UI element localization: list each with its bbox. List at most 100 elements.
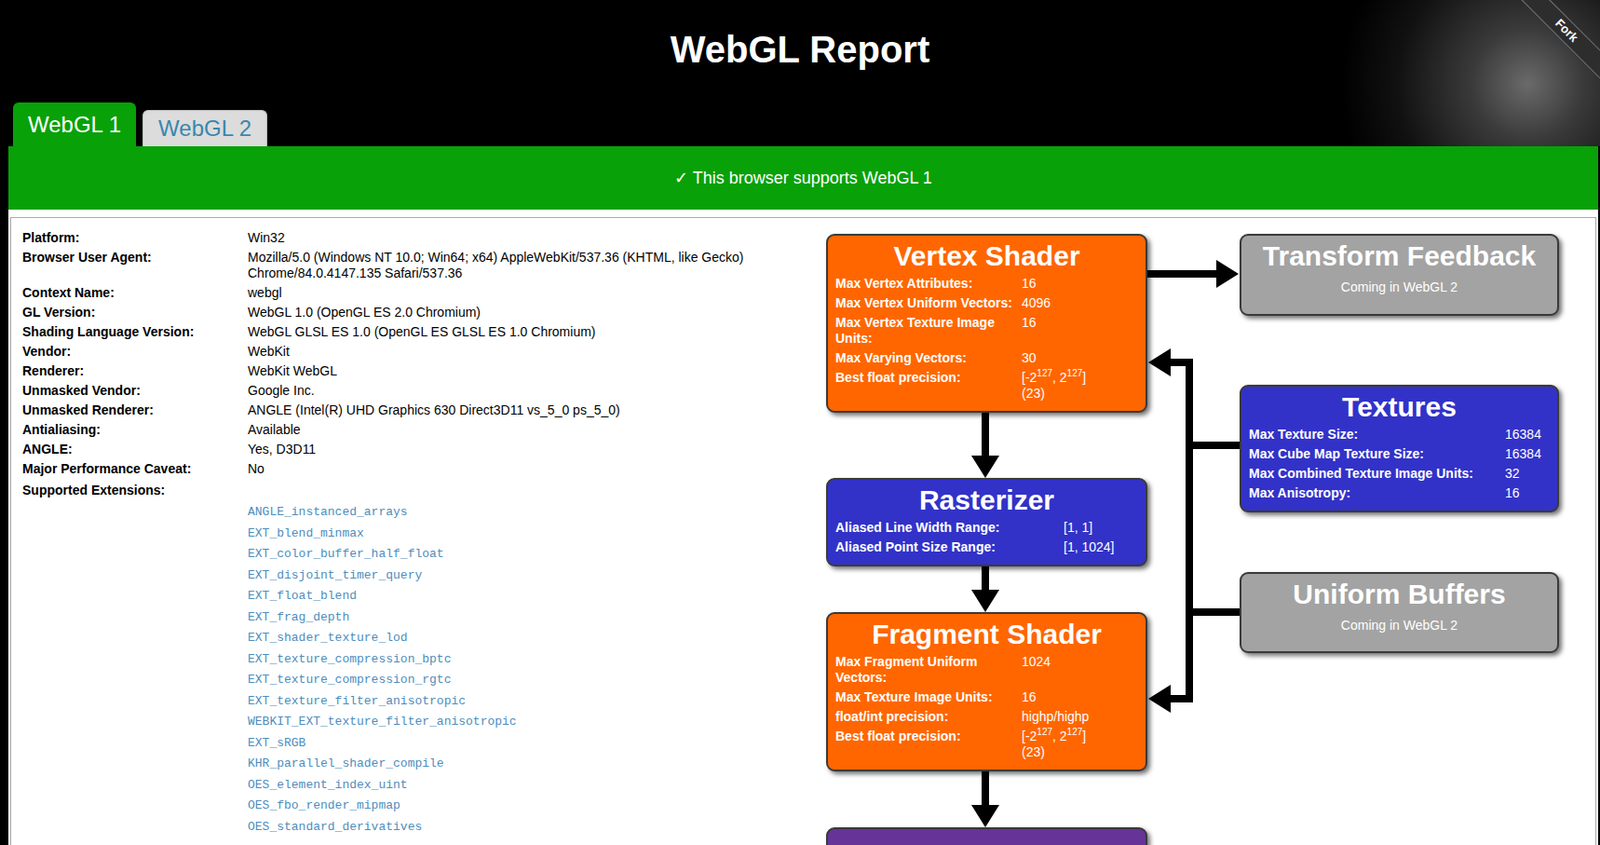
page-header: WebGL Report WebGL 1 WebGL 2	[0, 0, 1600, 147]
stage-property: Aliased Line Width Range:[1, 1]	[835, 517, 1139, 538]
property-value: 16384	[1505, 446, 1550, 462]
extension-link[interactable]: EXT_disjoint_timer_query	[247, 565, 803, 587]
tab[interactable]: WebGL 1	[13, 102, 136, 147]
stage-property: Aliased Point Size Range:[1, 1024]	[835, 537, 1139, 557]
info-label: Unmasked Vendor:	[22, 380, 248, 401]
property-value: 1024	[1021, 653, 1139, 686]
extension-link[interactable]: EXT_frag_depth	[247, 607, 803, 629]
stage-properties: Max Texture Size:16384Max Cube Map Textu…	[1248, 422, 1550, 503]
property-value: 32	[1505, 465, 1550, 482]
info-label: Renderer:	[22, 361, 248, 381]
property-value: 16	[1021, 314, 1139, 347]
page-title: WebGL Report	[0, 0, 1600, 73]
property-value: 16	[1021, 689, 1139, 706]
extension-link[interactable]: EXT_float_blend	[247, 585, 803, 608]
info-value: WebGL GLSL ES 1.0 (OpenGL ES GLSL ES 1.0…	[247, 322, 798, 342]
property-label: Max Vertex Texture Image Units:	[835, 314, 1022, 347]
exponent: 127	[1067, 367, 1084, 379]
info-value: Mozilla/5.0 (Windows NT 10.0; Win64; x64…	[247, 247, 798, 284]
exponent: 127	[1067, 726, 1084, 737]
stage-properties: Max Fragment Uniform Vectors:1024Max Tex…	[835, 650, 1139, 762]
range-text: , 2	[1052, 369, 1068, 385]
extension-link[interactable]: WEBKIT_EXT_texture_filter_anisotropic	[247, 711, 803, 733]
info-value: WebKit	[247, 341, 798, 362]
property-label: Aliased Point Size Range:	[835, 539, 1064, 556]
extension-link[interactable]: EXT_blend_minmax	[247, 523, 803, 545]
property-label: Max Texture Image Units:	[835, 689, 1022, 706]
pipeline-diagram: Vertex ShaderMax Vertex Attributes:16Max…	[802, 217, 1596, 845]
info-label: Shading Language Version:	[22, 322, 248, 342]
info-label: Unmasked Renderer:	[22, 400, 248, 421]
pipeline-stage: Fragment ShaderMax Fragment Uniform Vect…	[826, 611, 1148, 772]
property-label: Max Anisotropy:	[1248, 485, 1506, 502]
extension-link[interactable]: EXT_shader_texture_lod	[247, 627, 803, 650]
stage-property: Max Combined Texture Image Units:32	[1248, 463, 1550, 484]
range-text: ]	[1082, 369, 1086, 385]
stage-properties: Max Vertex Attributes:16Max Vertex Unifo…	[835, 271, 1139, 404]
range-text: , 2	[1052, 728, 1068, 744]
pipeline-stage: RasterizerAliased Line Width Range:[1, 1…	[826, 477, 1148, 567]
extension-link[interactable]: EXT_color_buffer_half_float	[247, 543, 803, 566]
stage-property: Max Cube Map Texture Size:16384	[1248, 444, 1550, 464]
range-text: ]	[1082, 728, 1086, 744]
extension-link[interactable]: EXT_sRGB	[247, 732, 803, 755]
support-message: ✓ This browser supports WebGL 1	[674, 167, 933, 189]
property-value: [-2127, 2127](23)	[1021, 369, 1139, 402]
info-column: Platform:Win32Browser User Agent:Mozilla…	[11, 217, 803, 845]
extension-link[interactable]: OES_fbo_render_mipmap	[247, 795, 803, 817]
property-label: Max Vertex Uniform Vectors:	[835, 295, 1022, 312]
range-text: (23)	[1021, 385, 1045, 401]
exponent: 127	[1036, 367, 1053, 379]
property-label: Max Cube Map Texture Size:	[1248, 446, 1506, 462]
stage-title: Uniform Buffers	[1248, 573, 1550, 611]
stage-property: Best float precision:[-2127, 2127](23)	[835, 367, 1139, 404]
stage-properties: Aliased Line Width Range:[1, 1]Aliased P…	[835, 515, 1139, 557]
tab[interactable]: WebGL 2	[142, 109, 268, 147]
extension-link[interactable]: OES_standard_derivatives	[247, 816, 803, 839]
report-panel: Platform:Win32Browser User Agent:Mozilla…	[10, 216, 1597, 845]
extension-link[interactable]: EXT_texture_compression_rgtc	[247, 669, 803, 692]
stage-title: Fragment Shader	[835, 613, 1139, 651]
property-value: 4096	[1021, 295, 1139, 312]
tab-label[interactable]: WebGL 2	[158, 115, 252, 142]
stage-property: Max Vertex Texture Image Units:16	[835, 312, 1139, 349]
property-label: float/int precision:	[835, 708, 1022, 725]
property-label: Best float precision:	[835, 369, 1022, 402]
range-text: [-2	[1021, 728, 1037, 744]
precision-range: [-2127, 2127]	[1021, 728, 1086, 744]
precision-range: [-2127, 2127]	[1021, 369, 1086, 385]
extension-link[interactable]: KHR_parallel_shader_compile	[247, 753, 803, 775]
property-value: 16	[1505, 485, 1550, 502]
tab-label[interactable]: WebGL 1	[27, 111, 122, 138]
info-label: ANGLE:	[22, 439, 248, 460]
property-label: Max Vertex Attributes:	[835, 275, 1022, 292]
info-label: Platform:	[22, 228, 248, 248]
stage-property: Max Fragment Uniform Vectors:1024	[835, 651, 1139, 688]
info-value: WebGL 1.0 (OpenGL ES 2.0 Chromium)	[247, 302, 798, 323]
stage-note: Coming in WebGL 2	[1248, 610, 1550, 633]
extension-link[interactable]: OES_element_index_uint	[247, 774, 803, 797]
info-value: Win32	[247, 228, 798, 248]
info-value: Available	[247, 420, 798, 440]
stage-property: Max Varying Vectors:30	[835, 348, 1139, 368]
support-banner: ✓ This browser supports WebGL 1	[8, 146, 1599, 210]
property-value: 30	[1021, 350, 1139, 367]
info-value: ANGLE (Intel(R) UHD Graphics 630 Direct3…	[247, 400, 798, 421]
stage-title: Rasterizer	[835, 479, 1139, 516]
exponent: 127	[1036, 726, 1053, 737]
property-label: Best float precision:	[835, 728, 1022, 760]
extension-link[interactable]: ANGLE_instanced_arrays	[247, 501, 803, 524]
extension-link[interactable]: EXT_texture_filter_anisotropic	[247, 691, 803, 713]
info-table: Platform:Win32Browser User Agent:Mozilla…	[22, 228, 803, 479]
stage-property: Max Vertex Uniform Vectors:4096	[835, 293, 1139, 313]
info-label: Vendor:	[22, 341, 248, 362]
info-value: Yes, D3D11	[247, 439, 798, 460]
pipeline-stage: Uniform BuffersComing in WebGL 2	[1239, 571, 1560, 653]
stage-property: Best float precision:[-2127, 2127](23)	[835, 726, 1139, 762]
property-value: [-2127, 2127](23)	[1021, 728, 1139, 760]
extension-link[interactable]: EXT_texture_compression_bptc	[247, 649, 803, 671]
info-label: Context Name:	[22, 283, 248, 303]
info-label: Browser User Agent:	[22, 247, 248, 284]
extension-list: ANGLE_instanced_arraysEXT_blend_minmaxEX…	[22, 501, 803, 838]
range-text: (23)	[1021, 744, 1045, 760]
